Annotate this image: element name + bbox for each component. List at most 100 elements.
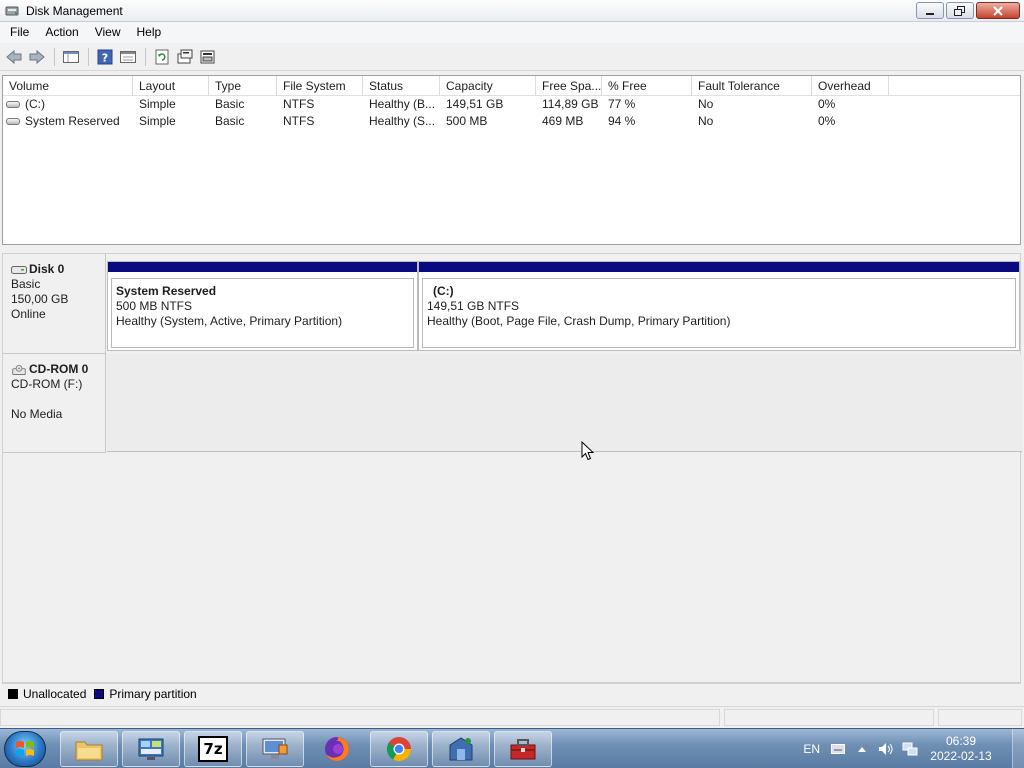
partition-system-reserved[interactable]: System Reserved 500 MB NTFS Healthy (Sys…: [107, 261, 418, 351]
menu-help[interactable]: Help: [129, 22, 170, 43]
cdrom-0-label[interactable]: CD-ROM 0 CD-ROM (F:) No Media: [3, 354, 106, 453]
minimize-button[interactable]: [916, 2, 944, 19]
keyboard-icon[interactable]: [830, 742, 846, 756]
disk-0-label[interactable]: Disk 0 Basic 150,00 GB Online: [3, 254, 106, 354]
column-header-capacity[interactable]: Capacity: [440, 76, 536, 96]
column-header-overhead[interactable]: Overhead: [812, 76, 889, 96]
legend-label: Unallocated: [23, 686, 87, 701]
volume-free-space: 469 MB: [542, 114, 584, 128]
volume-overhead: 0%: [818, 114, 836, 128]
column-header-type[interactable]: Type: [209, 76, 277, 96]
network-icon[interactable]: [902, 742, 918, 756]
volume-name: System Reserved: [25, 114, 120, 128]
column-header-layout[interactable]: Layout: [133, 76, 209, 96]
status-segment: [938, 709, 1022, 726]
chrome-icon: [386, 737, 411, 762]
properties-icon[interactable]: [117, 46, 139, 68]
volume-icon: [6, 118, 20, 125]
control-panel-icon: [138, 738, 164, 760]
taskbar-firefox[interactable]: [308, 731, 366, 767]
column-header-volume[interactable]: Volume: [3, 76, 133, 96]
refresh-icon[interactable]: [151, 46, 173, 68]
show-hidden-icons-icon[interactable]: [854, 742, 870, 756]
volume-list-header: Volume Layout Type File System Status Ca…: [3, 76, 1020, 96]
taskbar: 7z EN 06:39 2022-02-13: [0, 728, 1024, 768]
legend-item-primary-partition: Primary partition: [94, 686, 197, 701]
primary-partition-bar: [108, 262, 417, 275]
taskbar-remote-desktop[interactable]: [246, 731, 304, 767]
volume-percent-free: 77 %: [608, 97, 636, 111]
volume-capacity: 149,51 GB: [446, 97, 504, 111]
cdrom-0-row: CD-ROM 0 CD-ROM (F:) No Media: [3, 354, 1022, 453]
toolbox-icon: [510, 739, 536, 760]
window-title: Disk Management: [26, 3, 123, 18]
volume-layout: Simple: [139, 97, 176, 111]
disk-management-icon: [4, 3, 20, 19]
partition-c[interactable]: (C:) 149,51 GB NTFS Healthy (Boot, Page …: [418, 261, 1020, 351]
volume-file-system: NTFS: [283, 114, 315, 128]
partition-name: System Reserved: [116, 284, 217, 298]
legend-label: Primary partition: [109, 686, 197, 701]
partition-size: 500 MB NTFS: [116, 299, 193, 313]
taskbar-control-panel[interactable]: [122, 731, 180, 767]
volume-icon[interactable]: [878, 742, 894, 756]
rescan-disks-icon[interactable]: [174, 46, 196, 68]
svg-text:?: ?: [102, 51, 108, 64]
close-button[interactable]: [976, 2, 1020, 19]
clock-time: 06:39: [945, 734, 977, 748]
toolbar-separator: [145, 47, 146, 66]
taskbar-network-share[interactable]: [432, 731, 490, 767]
volume-capacity: 500 MB: [446, 114, 488, 128]
taskbar-toolbox[interactable]: [494, 731, 552, 767]
legend-swatch: [8, 688, 18, 699]
menu-file[interactable]: File: [0, 22, 37, 43]
menu-action[interactable]: Action: [37, 22, 86, 43]
mouse-cursor-icon: [581, 441, 595, 461]
toolbar-separator: [88, 47, 89, 66]
windows-logo-icon: [16, 741, 34, 756]
column-header-percent-free[interactable]: % Free: [602, 76, 692, 96]
help-icon[interactable]: ?: [94, 46, 116, 68]
disk-0-partitions: System Reserved 500 MB NTFS Healthy (Sys…: [107, 261, 1020, 351]
disk-graphical-view: Disk 0 Basic 150,00 GB Online System Res…: [2, 253, 1022, 683]
volume-row-system-reserved[interactable]: System Reserved Simple Basic NTFS Health…: [3, 113, 1020, 130]
column-header-file-system[interactable]: File System: [277, 76, 363, 96]
disk-properties-icon[interactable]: [197, 46, 219, 68]
taskbar-7zip[interactable]: 7z: [184, 731, 242, 767]
column-header-fault-tolerance[interactable]: Fault Tolerance: [692, 76, 812, 96]
status-segment: [0, 709, 720, 726]
disk-0-row: Disk 0 Basic 150,00 GB Online System Res…: [3, 254, 1022, 354]
column-header-free-space[interactable]: Free Spa...: [536, 76, 602, 96]
legend-swatch: [94, 688, 105, 699]
firefox-icon: [325, 737, 349, 761]
taskbar-chrome[interactable]: [370, 731, 428, 767]
disk-state: Online: [11, 307, 46, 321]
show-hide-console-tree-icon[interactable]: [60, 46, 82, 68]
title-bar: Disk Management: [0, 0, 1024, 22]
disk-state: No Media: [11, 407, 63, 421]
volume-percent-free: 94 %: [608, 114, 636, 128]
toolbar: ?: [0, 43, 1024, 71]
back-icon[interactable]: [3, 46, 25, 68]
menu-view[interactable]: View: [87, 22, 129, 43]
restore-button[interactable]: [946, 2, 974, 19]
disk-name: CD-ROM 0: [29, 362, 89, 376]
disk-size: 150,00 GB: [11, 292, 69, 306]
disk-name: Disk 0: [29, 262, 65, 276]
partition-size: 149,51 GB NTFS: [427, 299, 520, 313]
volume-row-c[interactable]: (C:) Simple Basic NTFS Healthy (B... 149…: [3, 96, 1020, 113]
volume-list: Volume Layout Type File System Status Ca…: [2, 75, 1021, 245]
volume-icon: [6, 101, 20, 108]
forward-icon[interactable]: [26, 46, 48, 68]
column-header-status[interactable]: Status: [363, 76, 440, 96]
legend: Unallocated Primary partition: [2, 683, 1021, 703]
start-button[interactable]: [4, 731, 46, 767]
pane-splitter[interactable]: [0, 245, 1024, 253]
volume-overhead: 0%: [818, 97, 836, 111]
volume-name: (C:): [25, 97, 45, 111]
show-desktop-button[interactable]: [1012, 729, 1024, 768]
language-indicator[interactable]: EN: [803, 742, 820, 756]
clock[interactable]: 06:39 2022-02-13: [926, 734, 996, 764]
cdrom-media-area[interactable]: [107, 354, 1022, 452]
taskbar-explorer[interactable]: [60, 731, 118, 767]
